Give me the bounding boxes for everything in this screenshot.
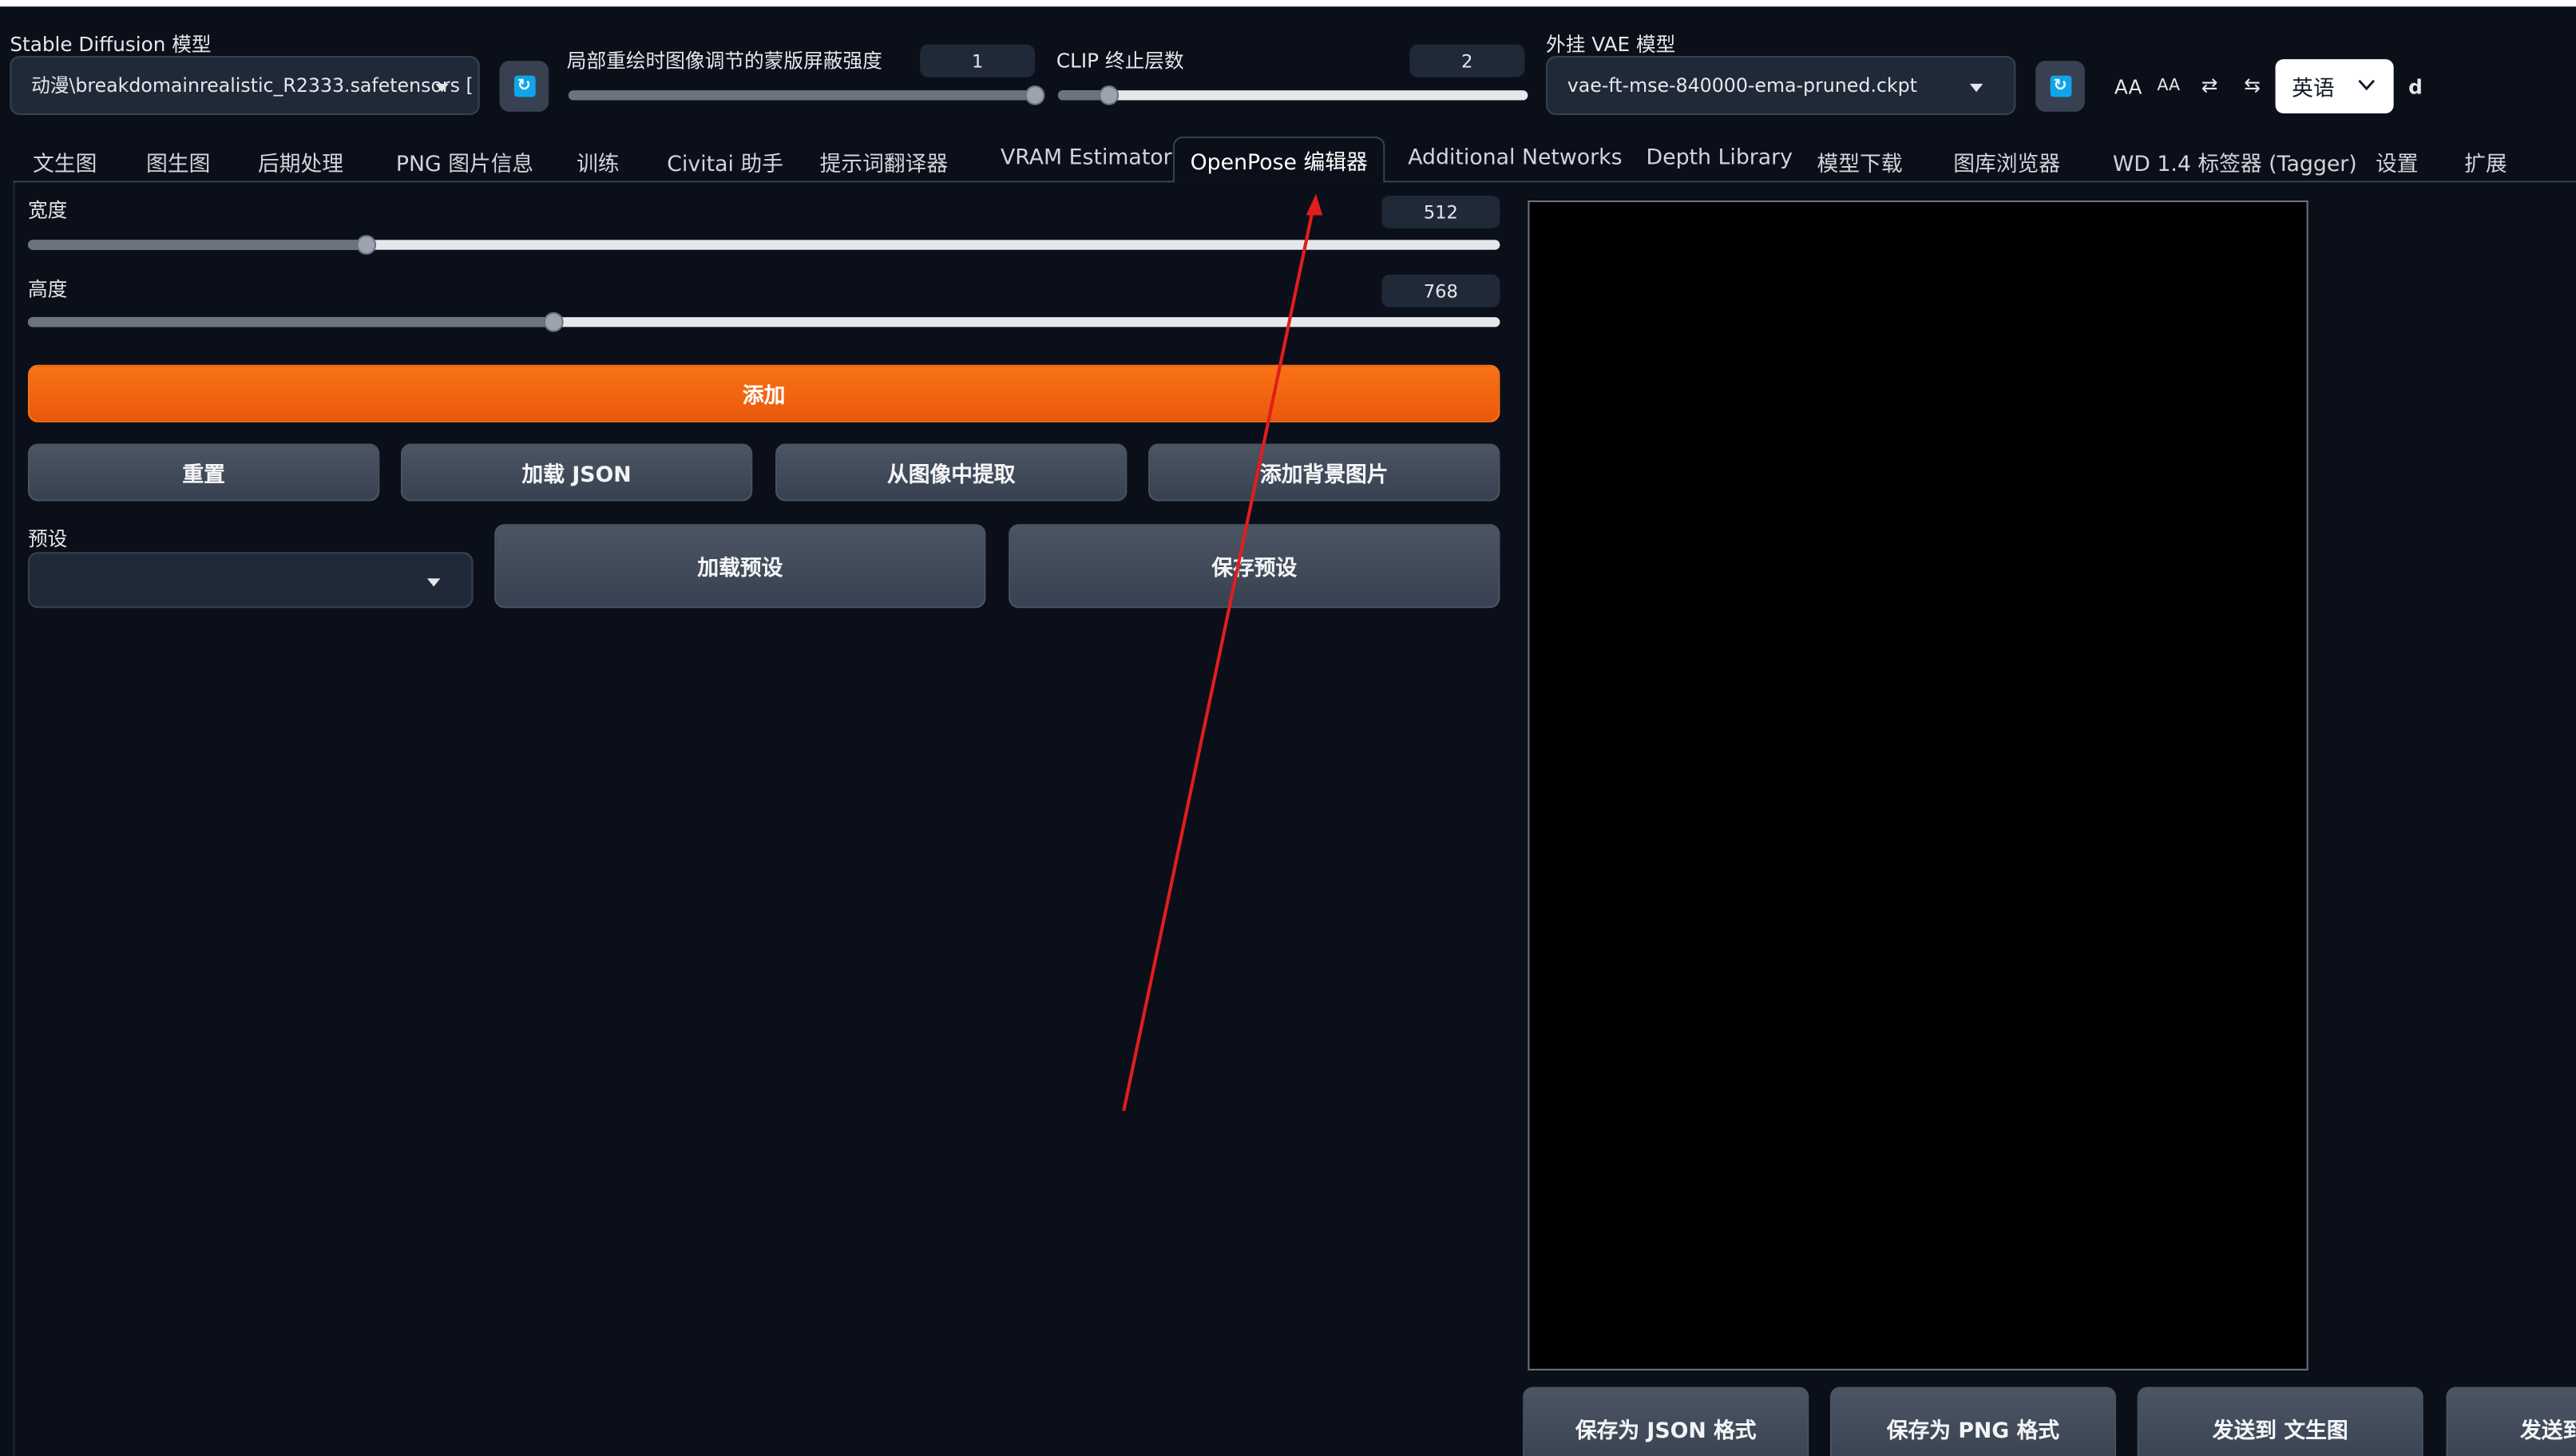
mask-strength-input[interactable]: 1	[920, 44, 1036, 77]
save-png-button[interactable]: 保存为 PNG 格式	[1829, 1387, 2116, 1456]
chevron-down-icon	[2358, 79, 2376, 91]
width-slider-fill	[27, 240, 367, 250]
tab-extras[interactable]: 后期处理	[258, 146, 343, 177]
height-slider[interactable]	[27, 311, 1500, 332]
mask-strength-label: 局部重绘时图像调节的蒙版屏蔽强度	[566, 49, 882, 73]
clip-skip-slider[interactable]	[1057, 85, 1528, 105]
tab-settings[interactable]: 设置	[2376, 146, 2419, 177]
font-small-button[interactable]: AA	[2157, 77, 2180, 96]
reset-button[interactable]: 重置	[27, 443, 380, 502]
mask-strength-thumb[interactable]	[1024, 85, 1045, 105]
refresh-model-button[interactable]: ↻	[499, 61, 549, 112]
refresh-icon: ↻	[2049, 75, 2071, 97]
tab-depth-library[interactable]: Depth Library	[1647, 146, 1793, 171]
preset-label: 预设	[27, 527, 68, 551]
save-json-button[interactable]: 保存为 JSON 格式	[1523, 1387, 1809, 1456]
tab-img2img[interactable]: 图生图	[146, 146, 210, 177]
tab-wd-tagger[interactable]: WD 1.4 标签器 (Tagger)	[2113, 146, 2357, 177]
width-slider[interactable]	[27, 235, 1500, 255]
tab-additional-networks[interactable]: Additional Networks	[1408, 146, 1622, 171]
swap-icon[interactable]: ⇄	[2201, 74, 2218, 97]
mask-strength-fill	[568, 90, 1036, 101]
save-preset-button[interactable]: 保存预设	[1009, 524, 1500, 609]
send-to-txt2img-button[interactable]: 发送到 文生图	[2137, 1387, 2423, 1456]
vae-select[interactable]: vae-ft-mse-840000-ema-pruned.ckpt	[1546, 55, 2016, 116]
send-to-img2img-label: 发送到	[2520, 1418, 2576, 1444]
clip-skip-label: CLIP 终止层数	[1056, 49, 1184, 73]
refresh-vae-button[interactable]: ↻	[2035, 61, 2085, 112]
width-slider-thumb[interactable]	[356, 235, 377, 255]
top-border	[0, 0, 2576, 7]
webui-root: Stable Diffusion 模型 动漫\breakdomainrealis…	[0, 0, 2576, 1456]
pose-canvas[interactable]	[1528, 200, 2308, 1371]
clip-skip-input[interactable]: 2	[1409, 44, 1525, 77]
chevron-down-icon	[435, 83, 449, 93]
sd-model-select[interactable]: 动漫\breakdomainrealistic_R2333.safetensor…	[10, 55, 480, 116]
width-label: 宽度	[27, 198, 68, 222]
mask-strength-slider[interactable]	[568, 85, 1045, 105]
language-value: 英语	[2292, 77, 2335, 102]
refresh-icon: ↻	[513, 75, 535, 97]
height-slider-thumb[interactable]	[543, 311, 564, 332]
clip-skip-thumb[interactable]	[1100, 85, 1120, 105]
add-background-button[interactable]: 添加背景图片	[1148, 443, 1500, 502]
tab-prompt-translator[interactable]: 提示词翻译器	[820, 146, 949, 177]
height-slider-fill	[27, 317, 554, 327]
tab-vram-estimator[interactable]: VRAM Estimator	[1001, 146, 1172, 171]
height-input[interactable]: 768	[1381, 274, 1500, 307]
vae-label: 外挂 VAE 模型	[1546, 33, 1676, 56]
tab-png-info[interactable]: PNG 图片信息	[396, 146, 533, 177]
language-select[interactable]: 英语	[2275, 59, 2394, 113]
layout-icon[interactable]: ⇆	[2244, 74, 2261, 97]
tab-openpose-editor[interactable]: OpenPose 编辑器	[1172, 136, 1385, 183]
font-large-button[interactable]: AA	[2114, 76, 2142, 99]
tab-extensions[interactable]: 扩展	[2464, 146, 2507, 177]
tab-txt2img[interactable]: 文生图	[33, 146, 97, 177]
preset-select[interactable]	[27, 552, 474, 609]
height-label: 高度	[27, 277, 68, 301]
load-preset-button[interactable]: 加载预设	[494, 524, 986, 609]
chevron-down-icon	[1969, 83, 1984, 93]
sd-model-label: Stable Diffusion 模型	[10, 33, 212, 56]
send-to-img2img-button[interactable]: 发送到	[2446, 1387, 2576, 1456]
tab-image-browser[interactable]: 图库浏览器	[1953, 146, 2060, 177]
vae-value: vae-ft-mse-840000-ema-pruned.ckpt	[1567, 73, 1917, 97]
chevron-down-icon	[426, 578, 441, 587]
add-button[interactable]: 添加	[27, 364, 1500, 423]
tab-civitai-helper[interactable]: Civitai 助手	[667, 146, 783, 177]
sd-model-value: 动漫\breakdomainrealistic_R2333.safetensor…	[31, 73, 474, 97]
extract-from-image-button[interactable]: 从图像中提取	[775, 443, 1127, 502]
tab-train[interactable]: 训练	[577, 146, 620, 177]
trailing-char: d	[2408, 75, 2423, 99]
tab-model-download[interactable]: 模型下载	[1817, 146, 1902, 177]
width-input[interactable]: 512	[1381, 195, 1500, 228]
load-json-button[interactable]: 加载 JSON	[401, 443, 753, 502]
